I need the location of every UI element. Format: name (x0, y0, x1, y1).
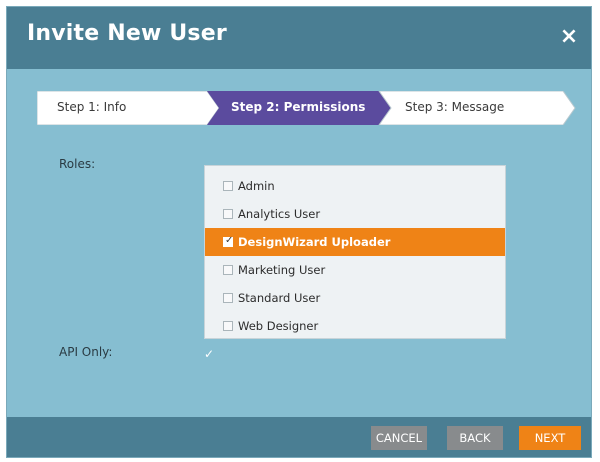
role-label: Admin (238, 179, 275, 193)
role-label: Standard User (238, 291, 321, 305)
wizard-steps: Step 1: Info Step 2: Permissions Step 3:… (37, 91, 577, 125)
role-checkbox[interactable] (223, 181, 233, 191)
role-item-analytics-user[interactable]: Analytics User (205, 200, 505, 228)
role-item-admin[interactable]: Admin (205, 172, 505, 200)
close-button[interactable]: × (557, 25, 581, 49)
api-only-checkbox[interactable]: ✓ (204, 347, 218, 361)
step-1-info[interactable]: Step 1: Info (57, 100, 126, 114)
role-label: Marketing User (238, 263, 326, 277)
check-icon: ✓ (204, 347, 215, 361)
roles-label: Roles: (59, 157, 96, 171)
role-item-designwizard-uploader[interactable]: ✓ DesignWizard Uploader (205, 228, 505, 256)
dialog-titlebar: Invite New User × (7, 7, 591, 69)
role-checkbox[interactable]: ✓ (223, 235, 234, 247)
role-checkbox[interactable] (223, 265, 233, 275)
api-only-label: API Only: (59, 345, 113, 359)
step-2-permissions[interactable]: Step 2: Permissions (231, 100, 365, 114)
role-label: DesignWizard Uploader (238, 235, 391, 249)
back-button[interactable]: BACK (447, 426, 503, 450)
role-item-marketing-user[interactable]: Marketing User (205, 256, 505, 284)
role-item-web-designer[interactable]: Web Designer (205, 312, 505, 340)
check-icon: ✓ (225, 235, 234, 246)
dialog-title: Invite New User (27, 21, 227, 46)
cancel-button[interactable]: CANCEL (371, 426, 427, 450)
role-item-standard-user[interactable]: Standard User (205, 284, 505, 312)
role-checkbox[interactable] (223, 293, 233, 303)
next-button[interactable]: NEXT (519, 426, 581, 450)
role-label: Web Designer (238, 319, 319, 333)
roles-list: Admin Analytics User ✓ DesignWizard Uplo… (204, 165, 506, 339)
step-3-message[interactable]: Step 3: Message (405, 100, 504, 114)
dialog-footer: CANCEL BACK NEXT (7, 417, 591, 457)
invite-user-dialog: Invite New User × Step 1: Info Step 2: P… (6, 6, 592, 458)
role-checkbox[interactable] (223, 209, 233, 219)
close-icon: × (559, 24, 579, 49)
role-label: Analytics User (238, 207, 321, 221)
role-checkbox[interactable] (223, 321, 233, 331)
